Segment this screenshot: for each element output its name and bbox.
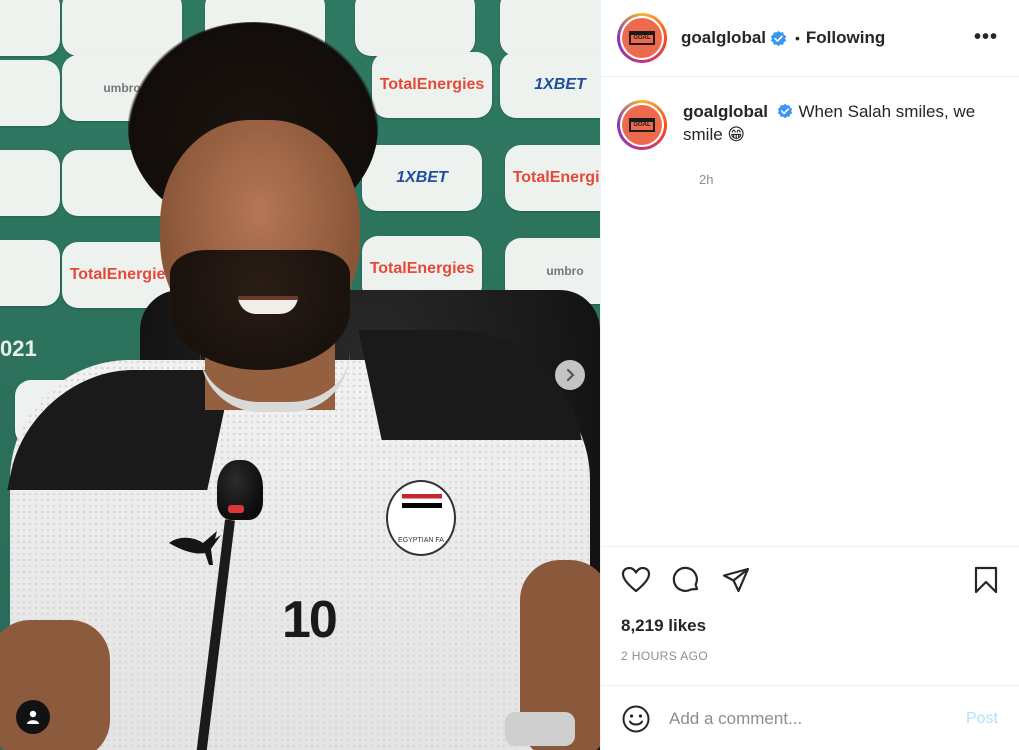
separator-dot: • [795, 30, 800, 46]
profile-avatar[interactable]: GOAL [617, 13, 667, 63]
bookmark-icon[interactable] [971, 565, 1001, 595]
crest-text: EGYPTIAN FA [398, 537, 444, 544]
wristwatch [505, 712, 575, 746]
caption-username-link[interactable]: goalglobal [683, 102, 768, 121]
verified-badge-icon [777, 103, 794, 120]
avatar-inner: GOAL [620, 103, 664, 147]
sponsor-board: TotalEnergies [505, 145, 600, 211]
post-details-panel: GOAL goalglobal • Following ••• GOAL goa… [600, 0, 1019, 750]
more-horizontal-icon[interactable]: ••• [974, 26, 998, 49]
post-header: GOAL goalglobal • Following ••• [601, 0, 1019, 77]
comment-bar: Post [601, 685, 1019, 750]
sponsor-board: 1XBET [362, 145, 482, 211]
avatar-inner: GOAL [620, 16, 664, 60]
heart-icon[interactable] [621, 565, 651, 595]
sponsor-board: TotalEnergies [372, 52, 492, 118]
avatar-text: GOAL [629, 118, 655, 132]
goal-logo-icon: GOAL [622, 18, 662, 58]
post-timestamp[interactable]: 2 HOURS AGO [621, 649, 708, 663]
crest-flag [402, 494, 442, 508]
sponsor-board [0, 60, 60, 126]
smile [238, 296, 298, 314]
smiley-icon[interactable] [621, 704, 651, 734]
sponsor-board [0, 150, 60, 216]
caption-body: goalglobal When Salah smiles, we smile 😁 [683, 100, 983, 150]
sponsor-board [355, 0, 475, 56]
microphone-ring [228, 505, 244, 513]
share-icon[interactable] [721, 565, 751, 595]
event-year: 021 [0, 336, 37, 361]
goal-logo-icon: GOAL [622, 105, 662, 145]
avatar-text: GOAL [629, 31, 655, 45]
caption-timestamp[interactable]: 2h [699, 172, 713, 187]
puma-logo-icon [165, 525, 225, 565]
following-button[interactable]: Following [806, 28, 885, 48]
egypt-crest: EGYPTIAN FA [386, 480, 456, 556]
arm [0, 620, 110, 750]
verified-badge-icon [770, 30, 787, 47]
sponsor-board [500, 0, 600, 56]
comment-icon[interactable] [671, 565, 701, 595]
likes-count[interactable]: 8,219 likes [621, 616, 706, 636]
post-media[interactable]: umbro TotalEnergies 1XBET 1XBET TotalEne… [0, 0, 600, 750]
post-button[interactable]: Post [966, 710, 998, 728]
sponsor-board: 1XBET [500, 52, 600, 118]
sponsor-board [0, 0, 60, 56]
sponsor-board [0, 240, 60, 306]
caption-avatar[interactable]: GOAL [617, 100, 667, 150]
user-icon[interactable] [16, 700, 50, 734]
comment-input[interactable] [669, 706, 939, 732]
post-caption: GOAL goalglobal When Salah smiles, we sm… [617, 100, 1007, 187]
sponsor-board [62, 0, 182, 56]
shirt-number: 10 [282, 591, 338, 649]
chevron-right-icon[interactable] [555, 360, 585, 390]
action-bar [601, 546, 1019, 606]
username-link[interactable]: goalglobal [681, 28, 766, 48]
